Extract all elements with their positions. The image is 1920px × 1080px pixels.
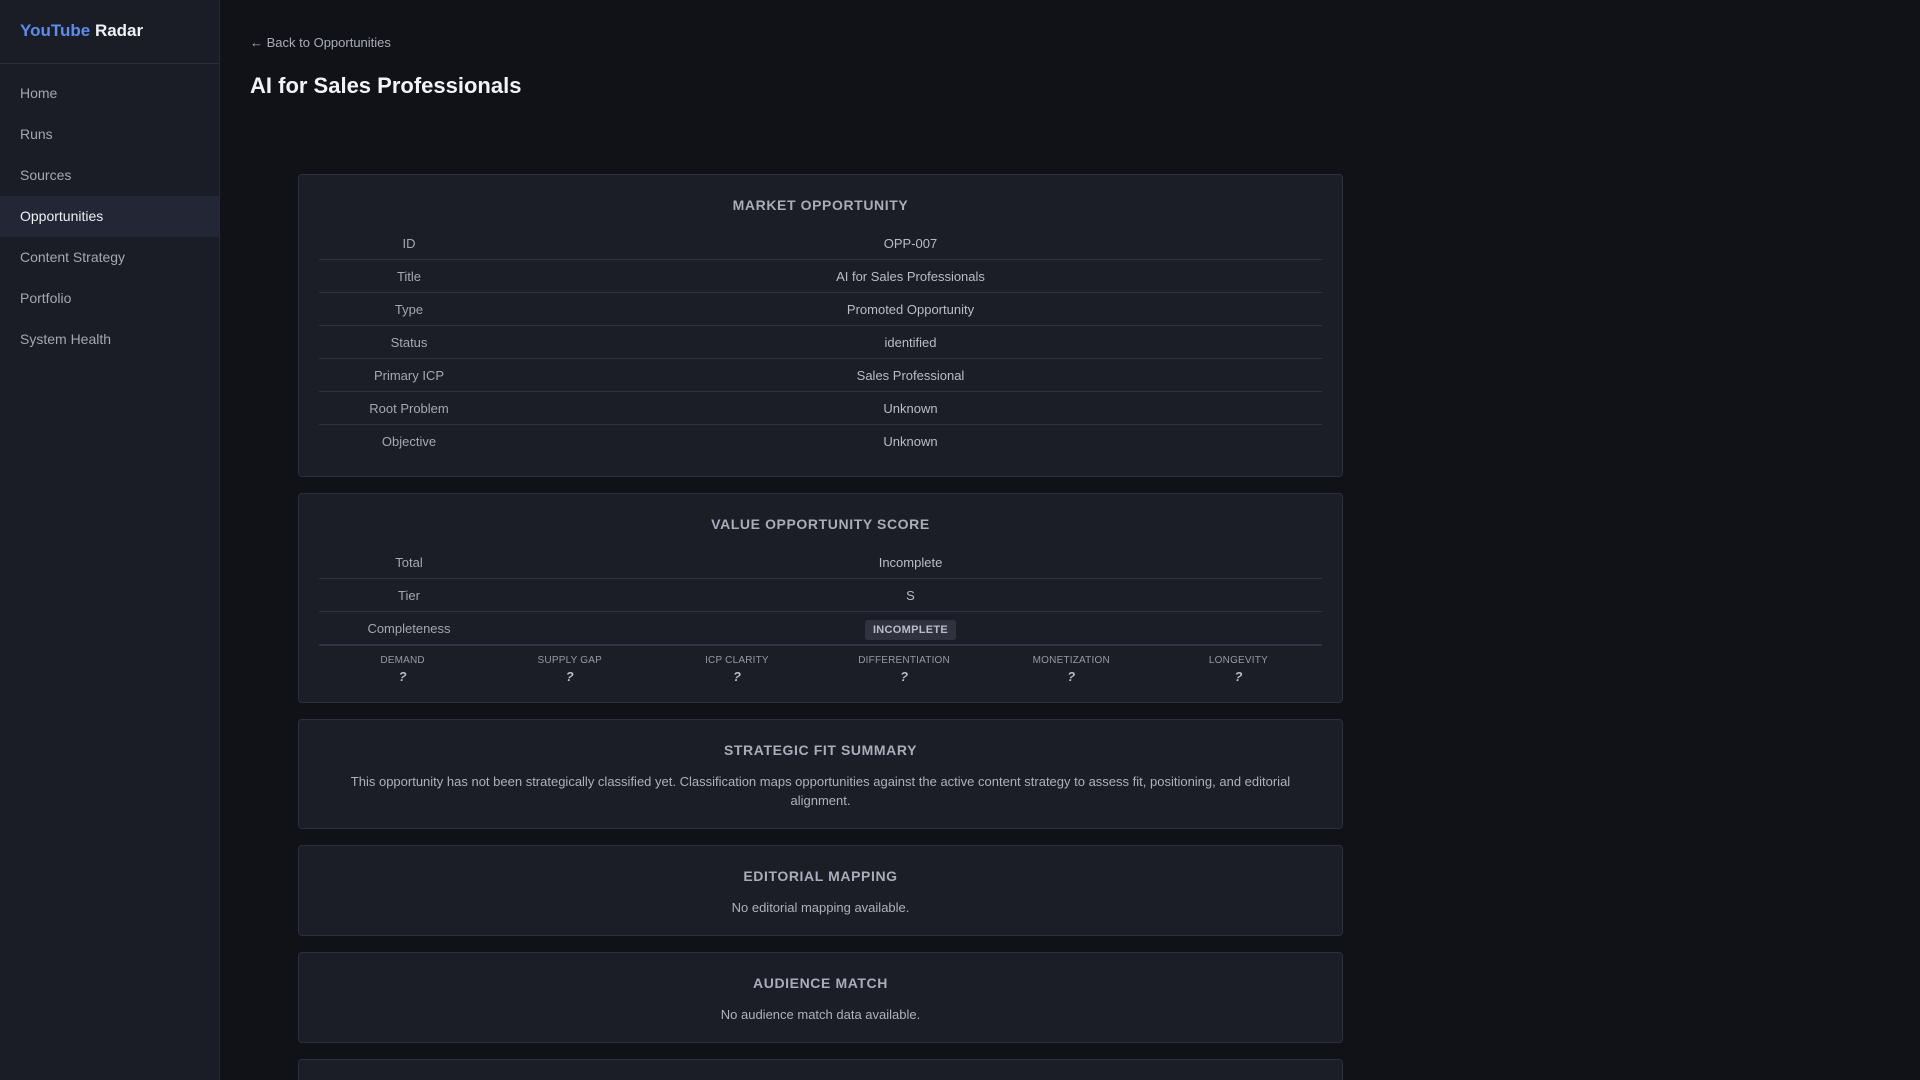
field-row-root-problem: Root Problem Unknown bbox=[319, 392, 1322, 425]
card-title: AUDIENCE MATCH bbox=[753, 975, 888, 991]
sidebar-item-content-strategy[interactable]: Content Strategy bbox=[0, 237, 219, 278]
dimension-label: DIFFERENTIATION bbox=[858, 655, 950, 666]
score-dimension-monetization: MONETIZATION ? bbox=[988, 655, 1155, 684]
field-value: identified bbox=[884, 335, 937, 350]
sidebar-item-portfolio[interactable]: Portfolio bbox=[0, 278, 219, 319]
score-dimensions: DEMAND ? SUPPLY GAP ? ICP CLARITY ? DIFF… bbox=[319, 645, 1322, 684]
field-value: Sales Professional bbox=[856, 368, 965, 383]
dimension-value: ? bbox=[1234, 669, 1243, 684]
field-label: ID bbox=[402, 236, 416, 251]
audience-match-text: No audience match data available. bbox=[720, 1007, 921, 1022]
editorial-mapping-card: EDITORIAL MAPPING No editorial mapping a… bbox=[298, 845, 1343, 936]
page-title: AI for Sales Professionals bbox=[250, 73, 522, 98]
sidebar-item-sources[interactable]: Sources bbox=[0, 155, 219, 196]
field-value: S bbox=[906, 588, 915, 603]
dimension-value: ? bbox=[565, 669, 574, 684]
dimension-label: MONETIZATION bbox=[1032, 655, 1110, 666]
sidebar-item-opportunities[interactable]: Opportunities bbox=[0, 196, 219, 237]
app-logo[interactable]: YouTube Radar bbox=[0, 0, 219, 64]
brand-part-youtube: YouTube bbox=[20, 21, 91, 40]
sidebar-item-system-health[interactable]: System Health bbox=[0, 319, 219, 360]
editorial-mapping-text: No editorial mapping available. bbox=[731, 900, 910, 915]
back-to-opportunities-link[interactable]: ← Back to Opportunities bbox=[250, 35, 391, 50]
dimension-value: ? bbox=[1067, 669, 1076, 684]
field-label: Total bbox=[395, 555, 423, 570]
dimension-label: SUPPLY GAP bbox=[537, 655, 602, 666]
field-value: Unknown bbox=[883, 434, 938, 449]
field-label: Root Problem bbox=[369, 401, 449, 416]
score-dimension-demand: DEMAND ? bbox=[319, 655, 486, 684]
field-row-status: Status identified bbox=[319, 326, 1322, 359]
audience-match-card: AUDIENCE MATCH No audience match data av… bbox=[298, 952, 1343, 1043]
status-badge: INCOMPLETE bbox=[864, 620, 957, 640]
field-row-objective: Objective Unknown bbox=[319, 425, 1322, 458]
field-value: Unknown bbox=[883, 401, 938, 416]
dimension-label: ICP CLARITY bbox=[705, 655, 769, 666]
score-row-completeness: Completeness INCOMPLETE bbox=[319, 612, 1322, 645]
dimension-value: ? bbox=[900, 669, 909, 684]
field-value: AI for Sales Professionals bbox=[836, 269, 985, 284]
score-dimension-longevity: LONGEVITY ? bbox=[1155, 655, 1322, 684]
card-title: EDITORIAL MAPPING bbox=[743, 868, 898, 884]
market-opportunity-card: MARKET OPPORTUNITY ID OPP-007 Title AI f… bbox=[298, 174, 1343, 477]
main-content: ← Back to Opportunities AI for Sales Pro… bbox=[220, 0, 1920, 1080]
card-title: VALUE OPPORTUNITY SCORE bbox=[711, 516, 930, 532]
dimension-label: LONGEVITY bbox=[1208, 655, 1268, 666]
field-label: Status bbox=[390, 335, 428, 350]
dimension-label: DEMAND bbox=[380, 655, 425, 666]
field-value: Promoted Opportunity bbox=[846, 302, 975, 317]
field-value: Incomplete bbox=[878, 555, 943, 570]
sidebar-item-home[interactable]: Home bbox=[0, 73, 219, 114]
score-row-tier: Tier S bbox=[319, 579, 1322, 612]
sidebar: YouTube Radar Home Runs Sources Opportun… bbox=[0, 0, 220, 1080]
field-label: Type bbox=[394, 302, 424, 317]
card-title: STRATEGIC FIT SUMMARY bbox=[723, 742, 918, 758]
next-card-partial bbox=[298, 1059, 1343, 1080]
card-title: MARKET OPPORTUNITY bbox=[732, 197, 909, 213]
sidebar-item-runs[interactable]: Runs bbox=[0, 114, 219, 155]
dimension-value: ? bbox=[398, 669, 407, 684]
field-label: Title bbox=[396, 269, 422, 284]
score-row-total: Total Incomplete bbox=[319, 546, 1322, 579]
field-label: Tier bbox=[398, 588, 420, 603]
score-dimension-icp-clarity: ICP CLARITY ? bbox=[653, 655, 820, 684]
field-value: OPP-007 bbox=[883, 236, 938, 251]
detail-cards: MARKET OPPORTUNITY ID OPP-007 Title AI f… bbox=[298, 174, 1343, 1080]
field-row-id: ID OPP-007 bbox=[319, 227, 1322, 260]
field-label: Objective bbox=[381, 434, 437, 449]
brand-part-radar: Radar bbox=[94, 21, 144, 40]
strategic-fit-text: This opportunity has not been strategica… bbox=[350, 774, 1291, 808]
field-row-primary-icp: Primary ICP Sales Professional bbox=[319, 359, 1322, 392]
field-row-title: Title AI for Sales Professionals bbox=[319, 260, 1322, 293]
value-opportunity-score-card: VALUE OPPORTUNITY SCORE Total Incomplete… bbox=[298, 493, 1343, 703]
field-label: Completeness bbox=[367, 621, 451, 636]
score-dimension-supply-gap: SUPPLY GAP ? bbox=[486, 655, 653, 684]
strategic-fit-summary-card: STRATEGIC FIT SUMMARY This opportunity h… bbox=[298, 719, 1343, 829]
field-label: Primary ICP bbox=[373, 368, 445, 383]
sidebar-nav: Home Runs Sources Opportunities Content … bbox=[0, 64, 219, 360]
field-row-type: Type Promoted Opportunity bbox=[319, 293, 1322, 326]
score-dimension-differentiation: DIFFERENTIATION ? bbox=[821, 655, 988, 684]
dimension-value: ? bbox=[732, 669, 741, 684]
field-value: INCOMPLETE bbox=[499, 612, 1322, 644]
